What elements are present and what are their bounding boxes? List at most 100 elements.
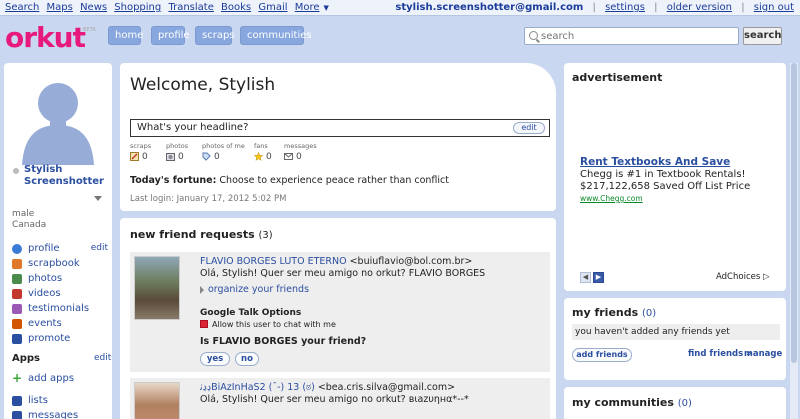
profile-name[interactable]: Stylish Screenshotter [24,164,104,188]
welcome-panel: Welcome, Stylish What's your headline? e… [120,63,556,211]
messages-icon [12,411,22,419]
sidebar-item-testimonials[interactable]: testimonials [12,301,110,316]
scraps-icon [130,152,139,161]
sidebar-item-profile[interactable]: profile edit [12,241,110,256]
sidebar-item-lists[interactable]: lists [12,393,110,408]
apps-edit-link[interactable]: edit [94,353,111,363]
scrollbar[interactable] [790,63,798,419]
advertisement-panel: advertisement Rent Textbooks And Save Ch… [564,63,786,291]
separator: | [592,2,596,13]
nav-profile-button[interactable]: profile [151,26,190,45]
organize-friends-link[interactable]: organize your friends [208,284,309,295]
profile-meta: male Canada [12,209,46,231]
promote-icon [12,334,22,344]
edit-headline-button[interactable]: edit [513,122,545,134]
plus-icon: + [12,371,23,385]
profile-country: Canada [12,220,47,230]
gbar-link-more[interactable]: More [295,2,320,13]
nav-communities-button[interactable]: communities [240,26,312,45]
star-icon [254,152,263,161]
search-box[interactable] [524,27,739,45]
list-item: FLAVIO BORGES LUTO ETERNO <buiuflavio@bo… [130,252,550,372]
nav-home-button[interactable]: home [108,26,143,45]
search-icon [529,31,538,40]
header: orkut BETA home profile scraps communiti… [0,17,800,57]
search-input[interactable] [541,29,731,43]
status-indicator [13,168,19,174]
list-item: ڍڍﭠBiAzInHaS2 (¯-) 13 (ಠ) <bea.cris.silv… [130,378,550,419]
photos-icon [12,274,22,284]
find-friends-link[interactable]: find friends » [688,349,752,359]
sidebar-item-messages[interactable]: messages [12,408,110,419]
add-friends-button[interactable]: add friends [572,348,632,362]
gbar-link-gmail[interactable]: Gmail [258,2,287,13]
scrollbar-thumb[interactable] [791,63,797,363]
friend-question: Is FLAVIO BORGES your friend? [200,336,367,347]
no-button[interactable]: no [235,352,259,366]
sidebar-item-add-apps[interactable]: + add apps [12,371,110,386]
stat-photos[interactable]: photos 0 [166,142,188,162]
gbar-link-translate[interactable]: Translate [168,2,213,13]
profile-gender: male [12,209,35,219]
requester-name[interactable]: ڍڍﭠBiAzInHaS2 (¯-) 13 (ಠ) <bea.cris.silv… [200,382,455,393]
avatar[interactable] [12,73,104,165]
manage-friends-link[interactable]: manage [744,349,782,359]
apps-menu: + add apps [12,371,110,386]
gbar-link-books[interactable]: Books [221,2,251,13]
search-button[interactable]: search [743,27,782,45]
photos-icon [166,153,175,161]
older-version-link[interactable]: older version [667,2,732,13]
extra-menu: lists messages [12,393,110,419]
chevron-left-icon[interactable]: ◀ [580,272,591,283]
requester-name[interactable]: FLAVIO BORGES LUTO ETERNO <buiuflavio@bo… [200,256,472,267]
welcome-title: Welcome, Stylish [130,75,276,95]
stat-scraps[interactable]: scraps 0 [130,142,151,162]
my-communities-panel: my communities (0) [564,387,786,419]
allow-chat-checkbox[interactable] [200,320,208,328]
sidebar-item-promote[interactable]: promote [12,331,110,346]
google-bar: Search Maps News Shopping Translate Book… [0,0,800,16]
ad-url-link[interactable]: www.Chegg.com [580,194,643,203]
chevron-down-icon[interactable] [94,196,102,201]
beta-label: BETA [83,27,96,33]
separator: | [741,2,745,13]
gbar-link-search[interactable]: Search [5,2,39,13]
friend-photo[interactable] [134,256,180,320]
no-friends-message: you haven't added any friends yet [572,324,780,340]
sidebar-item-photos[interactable]: photos [12,271,110,286]
settings-link[interactable]: settings [605,2,645,13]
nav-scraps-button[interactable]: scraps [195,26,235,45]
stat-messages[interactable]: messages 0 [284,142,317,162]
account-email: stylish.screenshotter@gmail.com [395,2,584,13]
adchoices-link[interactable]: AdChoices ▷ [716,272,770,282]
request-message: Olá, Stylish! Quer ser meu amigo no orku… [200,394,469,405]
chevron-right-icon[interactable] [200,286,204,294]
yes-button[interactable]: yes [200,352,230,366]
stat-photos-of-me[interactable]: photos of me 0 [202,142,245,162]
scrapbook-icon [12,259,22,269]
gbar-link-shopping[interactable]: Shopping [114,2,161,13]
orkut-logo[interactable]: orkut [5,21,86,54]
sidebar-item-scrapbook[interactable]: scrapbook [12,256,110,271]
gtalk-options-heading: Google Talk Options [200,308,302,318]
envelope-icon [284,153,293,160]
headline-field[interactable]: What's your headline? edit [130,119,550,137]
ad-title-link[interactable]: Rent Textbooks And Save [580,156,730,168]
gbar-link-maps[interactable]: Maps [47,2,73,13]
edit-profile-link[interactable]: edit [91,241,108,256]
sidebar-item-videos[interactable]: videos [12,286,110,301]
sign-out-link[interactable]: sign out [754,2,794,13]
friend-photo[interactable] [134,382,180,419]
friend-requests-panel: new friend requests (3) FLAVIO BORGES LU… [120,218,556,419]
videos-icon [12,289,22,299]
google-bar-account: stylish.screenshotter@gmail.com | settin… [395,2,794,13]
todays-fortune: Today's fortune: Choose to experience pe… [130,175,449,186]
sidebar-item-events[interactable]: events [12,316,110,331]
chevron-right-icon[interactable]: ▶ [593,272,604,283]
stat-fans[interactable]: fans 0 [254,142,272,162]
lists-icon [12,396,22,406]
apps-heading: Apps [12,353,41,364]
gbar-link-news[interactable]: News [80,2,107,13]
my-friends-heading: my friends (0) [572,306,657,319]
separator: | [654,2,658,13]
